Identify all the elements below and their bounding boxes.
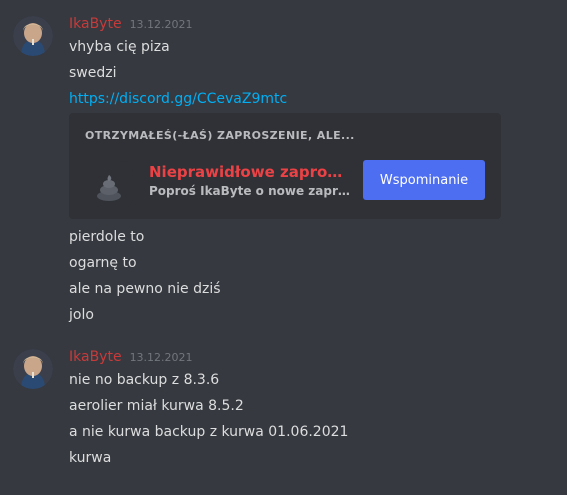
mention-button[interactable]: Wspominanie xyxy=(363,160,485,200)
message-header: IkaByte 13.12.2021 xyxy=(69,349,193,365)
timestamp[interactable]: 13.12.2021 xyxy=(130,18,193,31)
avatar-icon xyxy=(13,349,53,389)
username[interactable]: IkaByte xyxy=(69,16,122,32)
avatar[interactable] xyxy=(13,16,53,56)
invite-name: Nieprawidłowe zaprosze... xyxy=(149,163,349,181)
message-link-line: https://discord.gg/CCevaZ9mtc xyxy=(69,90,287,108)
message-text: swedzi xyxy=(69,65,117,81)
username[interactable]: IkaByte xyxy=(69,349,122,365)
message-text: a nie kurwa backup z kurwa 01.06.2021 xyxy=(69,424,349,440)
message-text: nie no backup z 8.3.6 xyxy=(69,372,220,388)
message-text: kurwa xyxy=(69,450,112,466)
avatar-icon xyxy=(13,16,53,56)
timestamp[interactable]: 13.12.2021 xyxy=(130,351,193,364)
invite-embed-title: OTRZYMAŁEŚ(-ŁAŚ) ZAPROSZENIE, ALE... xyxy=(85,129,355,142)
message-text: jolo xyxy=(69,307,94,323)
message-text: ogarnę to xyxy=(69,255,137,271)
message-text: ale na pewno nie dziś xyxy=(69,281,221,297)
poop-icon xyxy=(97,175,121,201)
invite-server-icon xyxy=(85,161,133,209)
invite-subtitle: Poproś IkaByte o nowe zaprosze... xyxy=(149,184,353,198)
invite-link[interactable]: https://discord.gg/CCevaZ9mtc xyxy=(69,91,287,107)
avatar[interactable] xyxy=(13,349,53,389)
invite-embed: OTRZYMAŁEŚ(-ŁAŚ) ZAPROSZENIE, ALE... Nie… xyxy=(69,113,501,219)
message-text: aerolier miał kurwa 8.5.2 xyxy=(69,398,244,414)
message-header: IkaByte 13.12.2021 xyxy=(69,16,193,32)
divider xyxy=(0,484,567,495)
message-text: pierdole to xyxy=(69,229,145,245)
message-text: vhyba cię piza xyxy=(69,39,170,55)
